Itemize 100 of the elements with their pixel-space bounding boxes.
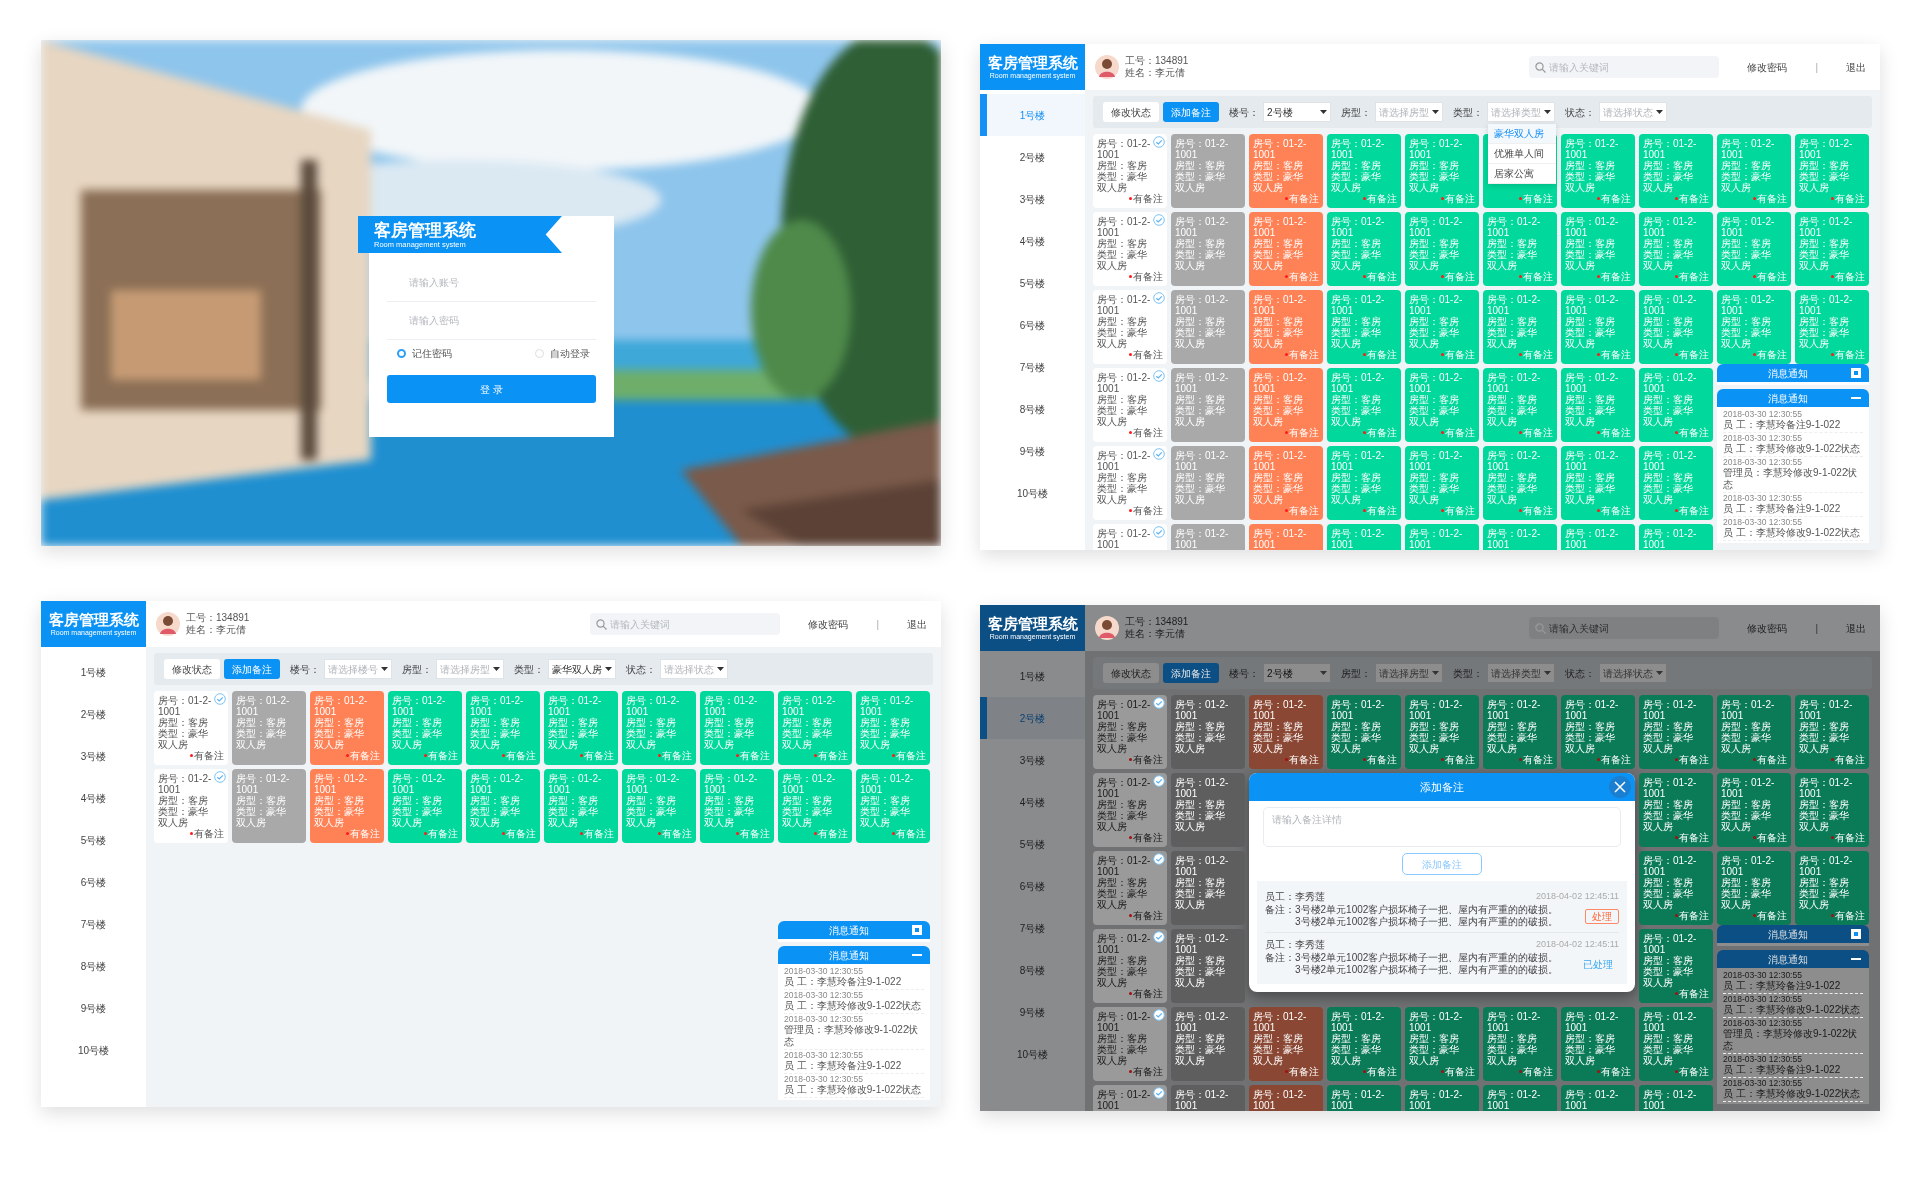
sidebar-item[interactable]: 7号楼 xyxy=(41,903,146,945)
sidebar-item[interactable]: 1号楼 xyxy=(980,94,1085,136)
sidebar-item[interactable]: 3号楼 xyxy=(980,739,1085,781)
toolbar-button[interactable]: 修改状态 xyxy=(1103,102,1159,122)
header-link[interactable]: 退出 xyxy=(1846,620,1866,636)
room-card[interactable]: 房号：01-2-1001 房型：客房 类型：豪华双人房 xyxy=(1171,929,1245,1003)
toolbar-button[interactable]: 添加备注 xyxy=(224,659,280,679)
room-card[interactable]: 房号：01-2-1001 房型：客房 类型：豪华双人房 有备注 xyxy=(1093,773,1167,847)
room-card[interactable]: 房号：01-2-1001 房型：客房 类型：豪华双人房 有备注 xyxy=(154,769,228,843)
select-field[interactable]: 请选择房型 xyxy=(1375,663,1443,683)
radio-button[interactable] xyxy=(397,349,406,358)
room-card[interactable]: 房号：01-2-1001 xyxy=(1171,1085,1245,1111)
select-field[interactable]: 请选择状态 xyxy=(1599,663,1667,683)
header-link[interactable]: 修改密码 xyxy=(1747,59,1788,75)
room-card[interactable]: 房号：01-2-1001 xyxy=(1639,1085,1713,1111)
note-input[interactable]: 请输入备注详情 xyxy=(1263,807,1621,847)
notification-header[interactable]: 消息通知 xyxy=(1717,925,1869,946)
sidebar-item[interactable]: 5号楼 xyxy=(980,262,1085,304)
header-link[interactable]: 退出 xyxy=(1846,59,1866,75)
room-card[interactable]: 房号：01-2-1001 房型：客房 类型：豪华双人房 有备注 xyxy=(1639,929,1713,1003)
room-card[interactable]: 房号：01-2-1001 xyxy=(1483,1085,1557,1111)
sidebar-item[interactable]: 1号楼 xyxy=(980,655,1085,697)
select-field[interactable]: 2号楼 xyxy=(1263,663,1331,683)
notification-header[interactable]: 消息通知 xyxy=(1717,364,1869,385)
room-card[interactable]: 房号：01-2-1001 房型：客房 类型：豪华双人房 有备注 xyxy=(1795,851,1869,925)
sidebar-item[interactable]: 4号楼 xyxy=(41,777,146,819)
sidebar-item[interactable]: 3号楼 xyxy=(980,178,1085,220)
room-card[interactable]: 房号：01-2-1001 房型：客房 类型：豪华双人房 有备注 xyxy=(1639,1007,1713,1081)
sidebar-item[interactable]: 8号楼 xyxy=(980,388,1085,430)
room-card[interactable]: 房号：01-2-1001 房型：客房 类型：豪华双人房 xyxy=(1171,851,1245,925)
room-card[interactable]: 房号：01-2-1001 房型：客房 类型：豪华双人房 有备注 xyxy=(1093,212,1167,286)
close-button[interactable] xyxy=(1609,776,1631,798)
room-card[interactable]: 房号：01-2-1001 xyxy=(1327,1085,1401,1111)
room-card[interactable]: 房号：01-2-1001 房型：客房 类型：豪华双人房 有备注 xyxy=(1717,851,1791,925)
toolbar-button[interactable]: 修改状态 xyxy=(1103,663,1159,683)
room-card[interactable]: 房号：01-2-1001 房型：客房 类型：豪华双人房 有备注 xyxy=(1093,851,1167,925)
sidebar-item[interactable]: 5号楼 xyxy=(980,823,1085,865)
room-card[interactable]: 房号：01-2-1001 房型：客房 类型：豪华双人房 有备注 xyxy=(1795,773,1869,847)
notification-header[interactable]: 消息通知 xyxy=(778,921,930,942)
room-card[interactable]: 房号：01-2-1001 房型：客房 类型：豪华双人房 有备注 xyxy=(1405,1007,1479,1081)
header-link[interactable]: 退出 xyxy=(907,616,927,632)
room-card[interactable]: 房号：01-2-1001 房型：客房 类型：豪华双人房 xyxy=(1171,773,1245,847)
room-card[interactable]: 房号：01-2-1001 房型：客房 类型：豪华双人房 有备注 xyxy=(1093,695,1167,769)
room-card[interactable]: 房号：01-2-1001 xyxy=(1093,524,1167,550)
room-card[interactable]: 房号：01-2-1001 房型：客房 类型：豪华双人房 有备注 xyxy=(1561,695,1635,769)
toolbar-button[interactable]: 添加备注 xyxy=(1163,663,1219,683)
room-card[interactable]: 房号：01-2-1001 房型：客房 类型：豪华双人房 有备注 xyxy=(1093,134,1167,208)
room-card[interactable]: 房号：01-2-1001 房型：客房 类型：豪华双人房 有备注 xyxy=(1093,368,1167,442)
room-card[interactable]: 房号：01-2-1001 房型：客房 类型：豪华双人房 有备注 xyxy=(1717,773,1791,847)
room-card[interactable]: 房号：01-2-1001 xyxy=(1249,1085,1323,1111)
room-card[interactable]: 房号：01-2-1001 房型：客房 类型：豪华双人房 有备注 xyxy=(1717,695,1791,769)
room-card[interactable]: 房号：01-2-1001 房型：客房 类型：豪华双人房 有备注 xyxy=(1561,1007,1635,1081)
select-field[interactable]: 请选择类型 xyxy=(1487,663,1555,683)
sidebar-item[interactable]: 10号楼 xyxy=(41,1029,146,1071)
room-card[interactable]: 房号：01-2-1001 房型：客房 类型：豪华双人房 有备注 xyxy=(1795,695,1869,769)
sidebar-item[interactable]: 4号楼 xyxy=(980,220,1085,262)
sidebar-item[interactable]: 6号楼 xyxy=(980,865,1085,907)
sidebar-item[interactable]: 5号楼 xyxy=(41,819,146,861)
room-card[interactable]: 房号：01-2-1001 房型：客房 类型：豪华双人房 有备注 xyxy=(1093,1007,1167,1081)
sidebar-item[interactable]: 1号楼 xyxy=(41,651,146,693)
select-field[interactable]: 2号楼 xyxy=(1263,102,1331,122)
sidebar-item[interactable]: 3号楼 xyxy=(41,735,146,777)
sidebar-item[interactable]: 4号楼 xyxy=(980,781,1085,823)
sidebar-item[interactable]: 9号楼 xyxy=(41,987,146,1029)
sidebar-item[interactable]: 7号楼 xyxy=(980,907,1085,949)
header-link[interactable]: 修改密码 xyxy=(808,616,849,632)
sidebar-item[interactable]: 10号楼 xyxy=(980,472,1085,514)
sidebar-item[interactable]: 8号楼 xyxy=(41,945,146,987)
room-card[interactable]: 房号：01-2-1001 房型：客房 类型：豪华双人房 有备注 xyxy=(1405,695,1479,769)
sidebar-item[interactable]: 9号楼 xyxy=(980,430,1085,472)
room-card[interactable]: 房号：01-2-1001 房型：客房 类型：豪华双人房 有备注 xyxy=(154,691,228,765)
room-card[interactable]: 房号：01-2-1001 房型：客房 类型：豪华双人房 xyxy=(1171,1007,1245,1081)
room-card[interactable]: 房号：01-2-1001 xyxy=(1561,1085,1635,1111)
notification-header[interactable]: 消息通知 xyxy=(778,946,930,964)
notification-header[interactable]: 消息通知 xyxy=(1717,950,1869,968)
toolbar-button[interactable]: 添加备注 xyxy=(1163,102,1219,122)
room-card[interactable]: 房号：01-2-1001 房型：客房 类型：豪华双人房 有备注 xyxy=(1327,695,1401,769)
status-button[interactable]: 处理 xyxy=(1585,908,1619,924)
header-link[interactable]: 修改密码 xyxy=(1747,620,1788,636)
login-button[interactable]: 登 录 xyxy=(387,375,596,403)
room-card[interactable]: 房号：01-2-1001 房型：客房 类型：豪华双人房 有备注 xyxy=(1249,1007,1323,1081)
sidebar-item[interactable]: 10号楼 xyxy=(980,1033,1085,1075)
room-card[interactable]: 房号：01-2-1001 xyxy=(1405,1085,1479,1111)
option-label[interactable]: 自动登录 xyxy=(550,346,590,361)
room-card[interactable]: 房号：01-2-1001 房型：客房 类型：豪华双人房 有备注 xyxy=(1639,851,1713,925)
notification-header[interactable]: 消息通知 xyxy=(1717,389,1869,407)
sidebar-item[interactable]: 2号楼 xyxy=(980,136,1085,178)
sidebar-item[interactable]: 8号楼 xyxy=(980,949,1085,991)
dropdown-option[interactable]: 豪华双人房 xyxy=(1488,124,1556,144)
option-label[interactable]: 记住密码 xyxy=(412,346,452,361)
select-field[interactable]: 豪华双人房 xyxy=(548,659,616,679)
toolbar-button[interactable]: 修改状态 xyxy=(164,659,220,679)
room-card[interactable]: 房号：01-2-1001 xyxy=(1093,1085,1167,1111)
room-card[interactable]: 房号：01-2-1001 房型：客房 类型：豪华双人房 有备注 xyxy=(1483,695,1557,769)
sidebar-item[interactable]: 2号楼 xyxy=(41,693,146,735)
sidebar-item[interactable]: 9号楼 xyxy=(980,991,1085,1033)
sidebar-item[interactable]: 2号楼 xyxy=(980,697,1085,739)
room-card[interactable]: 房号：01-2-1001 房型：客房 类型：豪华双人房 xyxy=(1171,695,1245,769)
room-card[interactable]: 房号：01-2-1001 房型：客房 类型：豪华双人房 有备注 xyxy=(1093,929,1167,1003)
room-card[interactable]: 房号：01-2-1001 房型：客房 类型：豪华双人房 有备注 xyxy=(1093,446,1167,520)
